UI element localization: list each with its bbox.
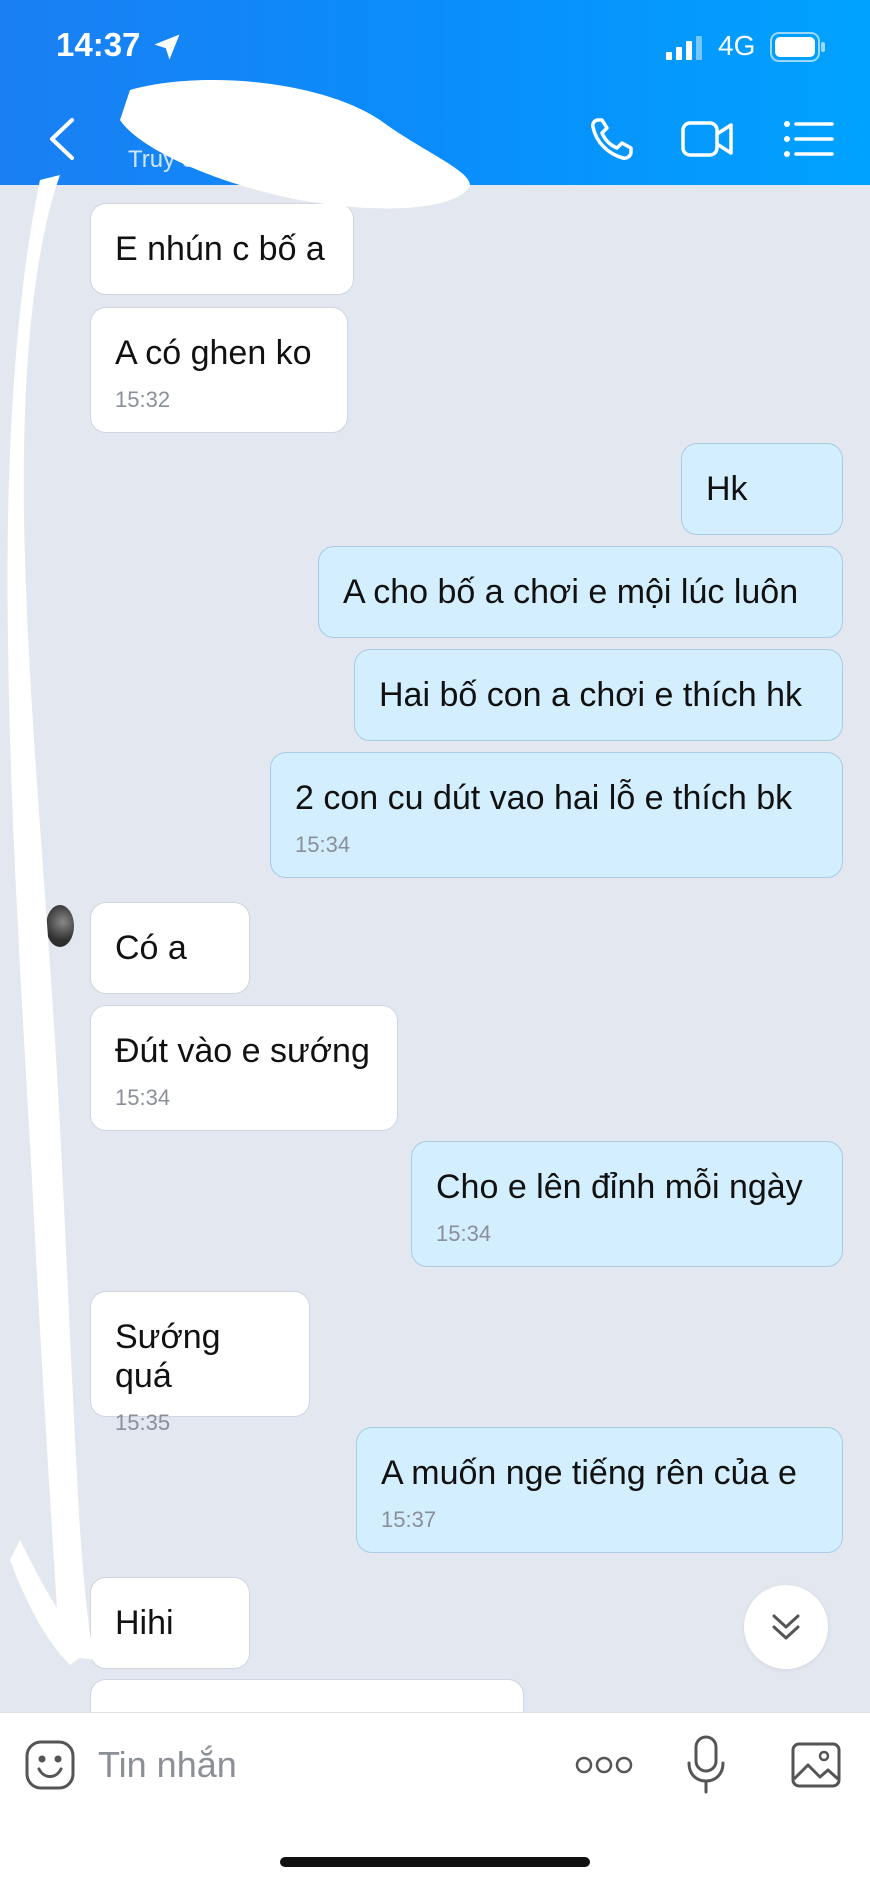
home-indicator [280, 1857, 590, 1867]
more-options-icon[interactable] [574, 1749, 634, 1781]
image-gallery-icon[interactable] [790, 1741, 842, 1789]
redaction-scribble [7, 80, 470, 1665]
emoji-icon[interactable] [24, 1739, 76, 1791]
microphone-icon[interactable] [684, 1735, 728, 1795]
message-input[interactable] [98, 1733, 558, 1797]
message-composer [0, 1712, 870, 1884]
